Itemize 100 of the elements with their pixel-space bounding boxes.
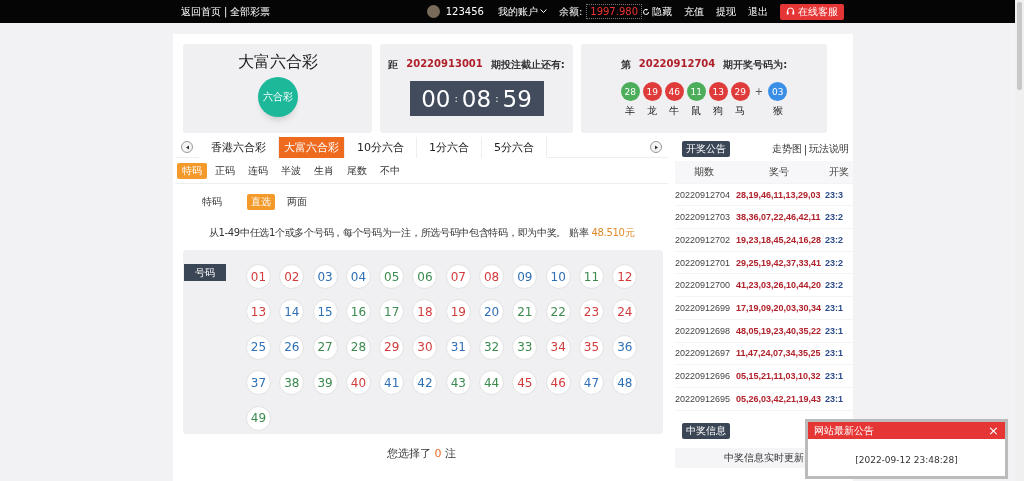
number-ball[interactable]: 27 xyxy=(312,334,338,360)
support-button[interactable]: 在线客服 xyxy=(780,3,844,20)
hide-balance-toggle[interactable]: 隐藏 xyxy=(642,4,672,19)
game-tab[interactable]: 10分六合 xyxy=(345,136,417,158)
numbers-cell-text: 48,05,19,23,40,35,22 xyxy=(735,325,823,336)
number-ball[interactable]: 12 xyxy=(612,264,638,289)
number-ball[interactable]: 40 xyxy=(345,370,371,396)
numbers-label: 号码 xyxy=(184,264,226,281)
popup-title: 网站最新公告 xyxy=(814,423,874,438)
number-ball[interactable]: 43 xyxy=(445,370,471,396)
number-ball[interactable]: 21 xyxy=(512,299,538,325)
nav-link[interactable]: 提现 xyxy=(716,4,736,19)
number-ball[interactable]: 13 xyxy=(246,299,271,325)
number-ball[interactable]: 30 xyxy=(412,334,438,360)
countdown-timer: 00 : 08 : 59 xyxy=(409,81,544,116)
number-ball[interactable]: 03 xyxy=(312,264,338,289)
game-tab[interactable]: 香港六合彩 xyxy=(199,136,279,158)
game-tab[interactable]: 1分六合 xyxy=(417,136,482,158)
number-ball[interactable]: 18 xyxy=(412,299,438,325)
issue-cell-text: 20220912702 xyxy=(675,234,732,245)
number-ball[interactable]: 28 xyxy=(345,334,371,360)
column-header: 奖号 xyxy=(768,164,790,179)
number-ball[interactable]: 07 xyxy=(445,264,471,289)
number-ball[interactable]: 22 xyxy=(545,299,571,325)
number-ball[interactable]: 14 xyxy=(279,299,305,325)
number-ball[interactable]: 05 xyxy=(379,264,405,289)
results-link[interactable]: 走势图 xyxy=(771,142,802,156)
number-ball[interactable]: 41 xyxy=(379,370,405,396)
number-ball[interactable]: 24 xyxy=(612,299,638,325)
number-ball[interactable]: 32 xyxy=(479,334,505,360)
number-ball[interactable]: 29 xyxy=(379,334,405,360)
number-ball[interactable]: 17 xyxy=(379,299,405,325)
number-ball[interactable]: 47 xyxy=(578,370,604,396)
scroll-left-button[interactable] xyxy=(181,141,193,153)
mode-option[interactable]: 两面 xyxy=(283,194,311,210)
result-ball: 29 xyxy=(730,82,750,101)
number-ball[interactable]: 15 xyxy=(312,299,338,325)
numbers-cell-text: 05,15,21,11,03,10,32 xyxy=(735,371,822,382)
numbers-cell-text: 38,36,07,22,46,42,11 xyxy=(735,212,822,223)
nav-link[interactable]: 全部彩票 xyxy=(230,4,271,19)
refresh-icon xyxy=(642,7,650,16)
issue-cell-text: 20220912699 xyxy=(675,302,732,313)
nav-link[interactable]: 充值 xyxy=(684,4,704,19)
numbers-cell-text: 41,23,03,26,10,44,20 xyxy=(735,280,823,291)
number-ball[interactable]: 46 xyxy=(545,370,571,396)
number-ball[interactable]: 26 xyxy=(279,334,305,360)
results-link[interactable]: 玩法说明 xyxy=(809,142,849,156)
number-ball[interactable]: 23 xyxy=(578,299,604,325)
issue-cell-text: 20220912700 xyxy=(675,280,732,291)
number-ball[interactable]: 49 xyxy=(246,405,271,431)
separator: | xyxy=(224,6,228,17)
number-ball[interactable]: 16 xyxy=(345,299,371,325)
number-ball[interactable]: 02 xyxy=(279,264,305,289)
number-ball[interactable]: 33 xyxy=(512,334,538,360)
close-button[interactable]: × xyxy=(988,424,999,437)
play-tab[interactable]: 尾数 xyxy=(342,163,372,179)
number-ball[interactable]: 06 xyxy=(412,264,438,289)
play-tab[interactable]: 生肖 xyxy=(309,163,339,179)
number-ball[interactable]: 36 xyxy=(612,334,638,360)
game-tab[interactable]: 大富六合彩 xyxy=(279,136,345,158)
time-cell-text: 23:1 xyxy=(825,393,844,404)
number-ball[interactable]: 20 xyxy=(479,299,505,325)
number-ball[interactable]: 42 xyxy=(412,370,438,396)
time-cell-text: 23:1 xyxy=(825,302,844,313)
notice-timestamp: [2022-09-12 23:48:28] xyxy=(854,455,959,465)
number-ball[interactable]: 45 xyxy=(512,370,538,396)
account-menu[interactable]: 我的账户 xyxy=(497,4,547,19)
time-cell-text: 23:2 xyxy=(825,257,844,268)
number-ball[interactable]: 31 xyxy=(445,334,471,360)
number-ball[interactable]: 01 xyxy=(246,264,271,289)
result-ball: 11 xyxy=(686,82,706,101)
nav-link[interactable]: 返回首页 xyxy=(181,4,221,19)
number-ball[interactable]: 34 xyxy=(545,334,571,360)
winners-title-button[interactable]: 中奖信息 xyxy=(682,422,730,439)
number-ball[interactable]: 19 xyxy=(445,299,471,325)
chevron-down-icon xyxy=(539,9,547,14)
number-ball[interactable]: 11 xyxy=(578,264,604,289)
numbers-cell-text: 28,19,46,11,13,29,03 xyxy=(735,189,822,200)
number-ball[interactable]: 37 xyxy=(246,370,271,396)
number-ball[interactable]: 35 xyxy=(578,334,604,360)
number-ball[interactable]: 04 xyxy=(345,264,371,289)
play-tab[interactable]: 半波 xyxy=(276,163,306,179)
nav-link[interactable]: 退出 xyxy=(748,4,768,19)
column-header: 开奖 xyxy=(828,164,850,179)
number-ball[interactable]: 09 xyxy=(512,264,538,289)
game-tab[interactable]: 5分六合 xyxy=(482,136,547,158)
column-header: 期数 xyxy=(693,164,715,179)
number-ball[interactable]: 39 xyxy=(312,370,338,396)
number-ball[interactable]: 25 xyxy=(246,334,271,360)
number-ball[interactable]: 48 xyxy=(612,370,638,396)
results-title-button[interactable]: 开奖公告 xyxy=(682,141,730,157)
scrollbar[interactable] xyxy=(1015,0,1024,481)
scroll-right-button[interactable] xyxy=(650,141,662,153)
number-ball[interactable]: 44 xyxy=(479,370,505,396)
play-tab[interactable]: 不中 xyxy=(375,163,405,179)
play-tab[interactable]: 连码 xyxy=(243,163,273,179)
number-ball[interactable]: 10 xyxy=(545,264,571,289)
number-ball[interactable]: 08 xyxy=(479,264,505,289)
number-ball[interactable]: 38 xyxy=(279,370,305,396)
play-tab[interactable]: 正码 xyxy=(210,163,240,179)
